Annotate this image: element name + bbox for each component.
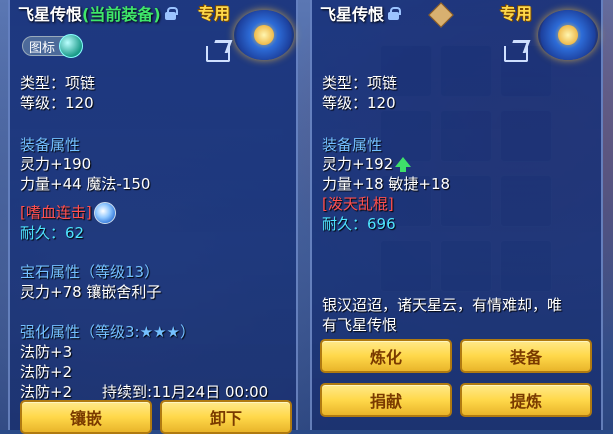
item-title: 飞星传恨 (当前装备) [18, 2, 178, 24]
inlay-button[interactable]: 镶嵌 [20, 400, 152, 434]
refine-button[interactable]: 炼化 [320, 339, 452, 373]
item-title: 飞星传恨 [320, 2, 402, 24]
appraise-badge-icon [428, 2, 454, 28]
attr-line: 灵力+192 [322, 155, 412, 174]
special-skill: [泼天乱棍] [322, 195, 394, 213]
share-icon[interactable] [504, 40, 528, 62]
item-level: 等级：120 [20, 94, 94, 112]
item-name: 飞星传恨 [320, 5, 385, 24]
gem-line: 灵力+78 镶嵌舍利子 [20, 283, 162, 301]
durability: 耐久：62 [20, 224, 85, 242]
skill-name: [嗜血连击] [20, 203, 92, 222]
exclusive-label: 专用 [198, 4, 231, 23]
attr-line: 灵力+190 [20, 155, 92, 173]
icon-toggle-label: 图标 [29, 40, 56, 56]
necklace-icon [538, 10, 598, 60]
item-type: 类型：项链 [20, 74, 96, 92]
attr-line: 力量+44 魔法-150 [20, 175, 151, 193]
enhance-line: 法防+2 [20, 363, 73, 381]
share-icon[interactable] [206, 40, 230, 62]
equipped-tag: (当前装备) [82, 5, 161, 24]
item-name: 飞星传恨 [18, 5, 83, 24]
description-line: 银汉迢迢，诸天星云，有情难却，唯 [322, 296, 563, 314]
donate-button[interactable]: 捐献 [320, 383, 452, 417]
attr-line: 力量+18 敏捷+18 [322, 175, 451, 193]
special-skill: [嗜血连击] [20, 202, 116, 224]
equip-button[interactable]: 装备 [460, 339, 592, 373]
orb-icon [59, 34, 84, 58]
item-type: 类型：项链 [322, 74, 398, 92]
gem-header: 宝石属性（等级13） [20, 263, 160, 281]
equipped-item-tooltip: 飞星传恨 (当前装备) 专用 图标 类型：项链 等级：120 装备属性 灵力+1… [8, 0, 298, 434]
enhance-line: 法防+3 [20, 343, 73, 361]
attr-header: 装备属性 [322, 136, 383, 154]
icon-toggle-button[interactable]: 图标 [22, 34, 84, 58]
lock-icon [388, 6, 402, 20]
swirl-icon [93, 202, 116, 224]
bag-item-tooltip: 飞星传恨 专用 类型：项链 等级：120 装备属性 灵力+192 力量+18 敏… [310, 0, 603, 430]
item-level: 等级：120 [322, 94, 396, 112]
up-arrow-icon [395, 156, 412, 172]
necklace-icon [234, 10, 294, 60]
enhance-header: 强化属性（等级3:★★★） [20, 323, 195, 341]
unequip-button[interactable]: 卸下 [160, 400, 292, 434]
extract-button[interactable]: 提炼 [460, 383, 592, 417]
lock-icon [164, 6, 178, 20]
description-line: 有飞星传恨 [322, 316, 398, 334]
attr-header: 装备属性 [20, 136, 81, 154]
exclusive-label: 专用 [500, 4, 533, 23]
attr-value: 灵力+192 [322, 155, 394, 173]
durability: 耐久：696 [322, 215, 396, 233]
